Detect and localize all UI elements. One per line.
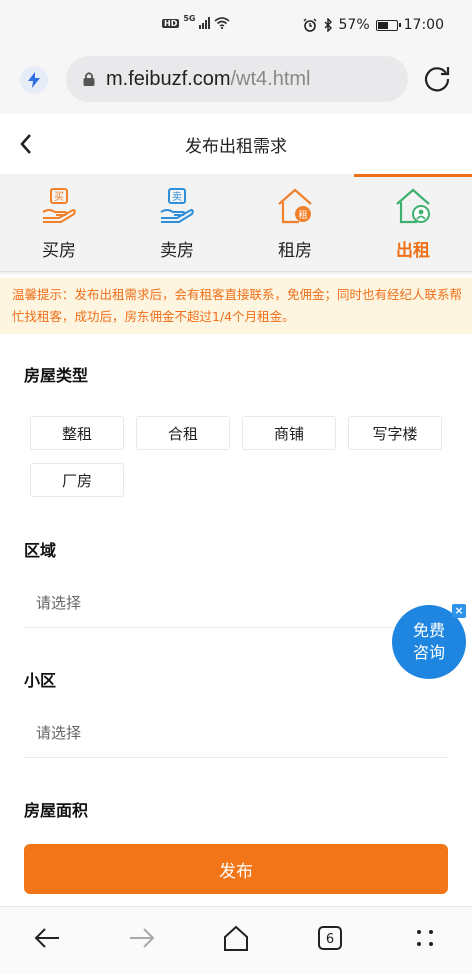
house-type-option[interactable]: 商铺 <box>242 416 336 450</box>
house-type-option[interactable]: 厂房 <box>30 463 124 497</box>
tabs-count-icon[interactable]: 6 <box>306 914 354 962</box>
reload-icon[interactable] <box>422 64 452 94</box>
battery-percent: 57% <box>338 17 370 33</box>
clock: 17:00 <box>403 17 444 33</box>
more-icon[interactable] <box>401 914 449 962</box>
consult-line1: 免费 <box>412 621 445 640</box>
tab-label: 买房 <box>42 241 76 261</box>
community-label: 小区 <box>24 671 57 690</box>
bluetooth-icon <box>324 18 332 32</box>
tab-label: 出租 <box>396 241 430 261</box>
wifi-icon <box>214 17 231 29</box>
svg-text:卖: 卖 <box>172 191 182 203</box>
svg-text:买: 买 <box>54 191 64 203</box>
page-title: 发布出租需求 <box>185 137 287 157</box>
house-type-label: 房屋类型 <box>24 366 89 385</box>
status-left: HD 5G <box>162 13 231 29</box>
tab-let[interactable]: 出租 <box>354 174 472 271</box>
tab-label: 租房 <box>278 241 312 261</box>
lightning-icon[interactable] <box>20 66 48 94</box>
category-tabs: 买 买房 卖 卖房 租 租房 出租 <box>0 174 472 272</box>
district-select[interactable]: 请选择 <box>24 578 448 628</box>
district-label: 区域 <box>24 541 57 560</box>
status-bar: HD 5G 57% 17:00 <box>0 0 472 56</box>
status-right: 57% 17:00 <box>303 17 444 33</box>
tab-sell[interactable]: 卖 卖房 <box>118 174 236 271</box>
house-type-option[interactable]: 写字楼 <box>348 416 442 450</box>
consult-line2: 咨询 <box>412 643 445 662</box>
network-label: 5G <box>183 13 196 23</box>
community-select[interactable]: 请选择 <box>24 708 448 758</box>
house-type-option[interactable]: 整租 <box>30 416 124 450</box>
notice-banner: 温馨提示：发布出租需求后，会有租客直接联系，免佣金；同时也有经纪人联系帮忙找租客… <box>0 278 472 334</box>
home-icon[interactable] <box>212 914 260 962</box>
house-type-option[interactable]: 合租 <box>136 416 230 450</box>
tab-count: 6 <box>326 932 334 947</box>
tab-label: 卖房 <box>160 241 194 261</box>
publish-button[interactable]: 发布 <box>24 844 448 894</box>
browser-toolbar: m.feibuzf.com/wt4.html <box>0 56 472 114</box>
signal-icon <box>199 17 211 29</box>
tab-rent[interactable]: 租 租房 <box>236 174 354 271</box>
close-icon[interactable]: × <box>452 604 466 618</box>
buy-house-icon: 买 <box>42 188 76 223</box>
let-house-icon <box>396 188 430 224</box>
url-path: /wt4.html <box>230 67 311 90</box>
browser-navbar: 6 <box>0 906 472 974</box>
rent-house-icon: 租 <box>278 188 312 224</box>
sell-house-icon: 卖 <box>160 188 194 223</box>
svg-text:租: 租 <box>298 210 307 221</box>
lock-icon <box>83 72 95 86</box>
battery-level <box>377 21 388 29</box>
address-bar[interactable]: m.feibuzf.com/wt4.html <box>66 56 408 102</box>
alarm-icon <box>303 18 317 32</box>
battery-icon <box>375 19 401 31</box>
hd-badge: HD <box>162 18 180 28</box>
area-label: 房屋面积 <box>24 801 89 820</box>
tab-buy[interactable]: 买 买房 <box>0 174 118 271</box>
forward-arrow-icon[interactable] <box>118 914 166 962</box>
url-host: m.feibuzf.com <box>106 67 231 90</box>
back-arrow-icon[interactable] <box>23 914 71 962</box>
url-text: m.feibuzf.com/wt4.html <box>106 68 311 91</box>
page-header: 发布出租需求 <box>0 114 472 174</box>
